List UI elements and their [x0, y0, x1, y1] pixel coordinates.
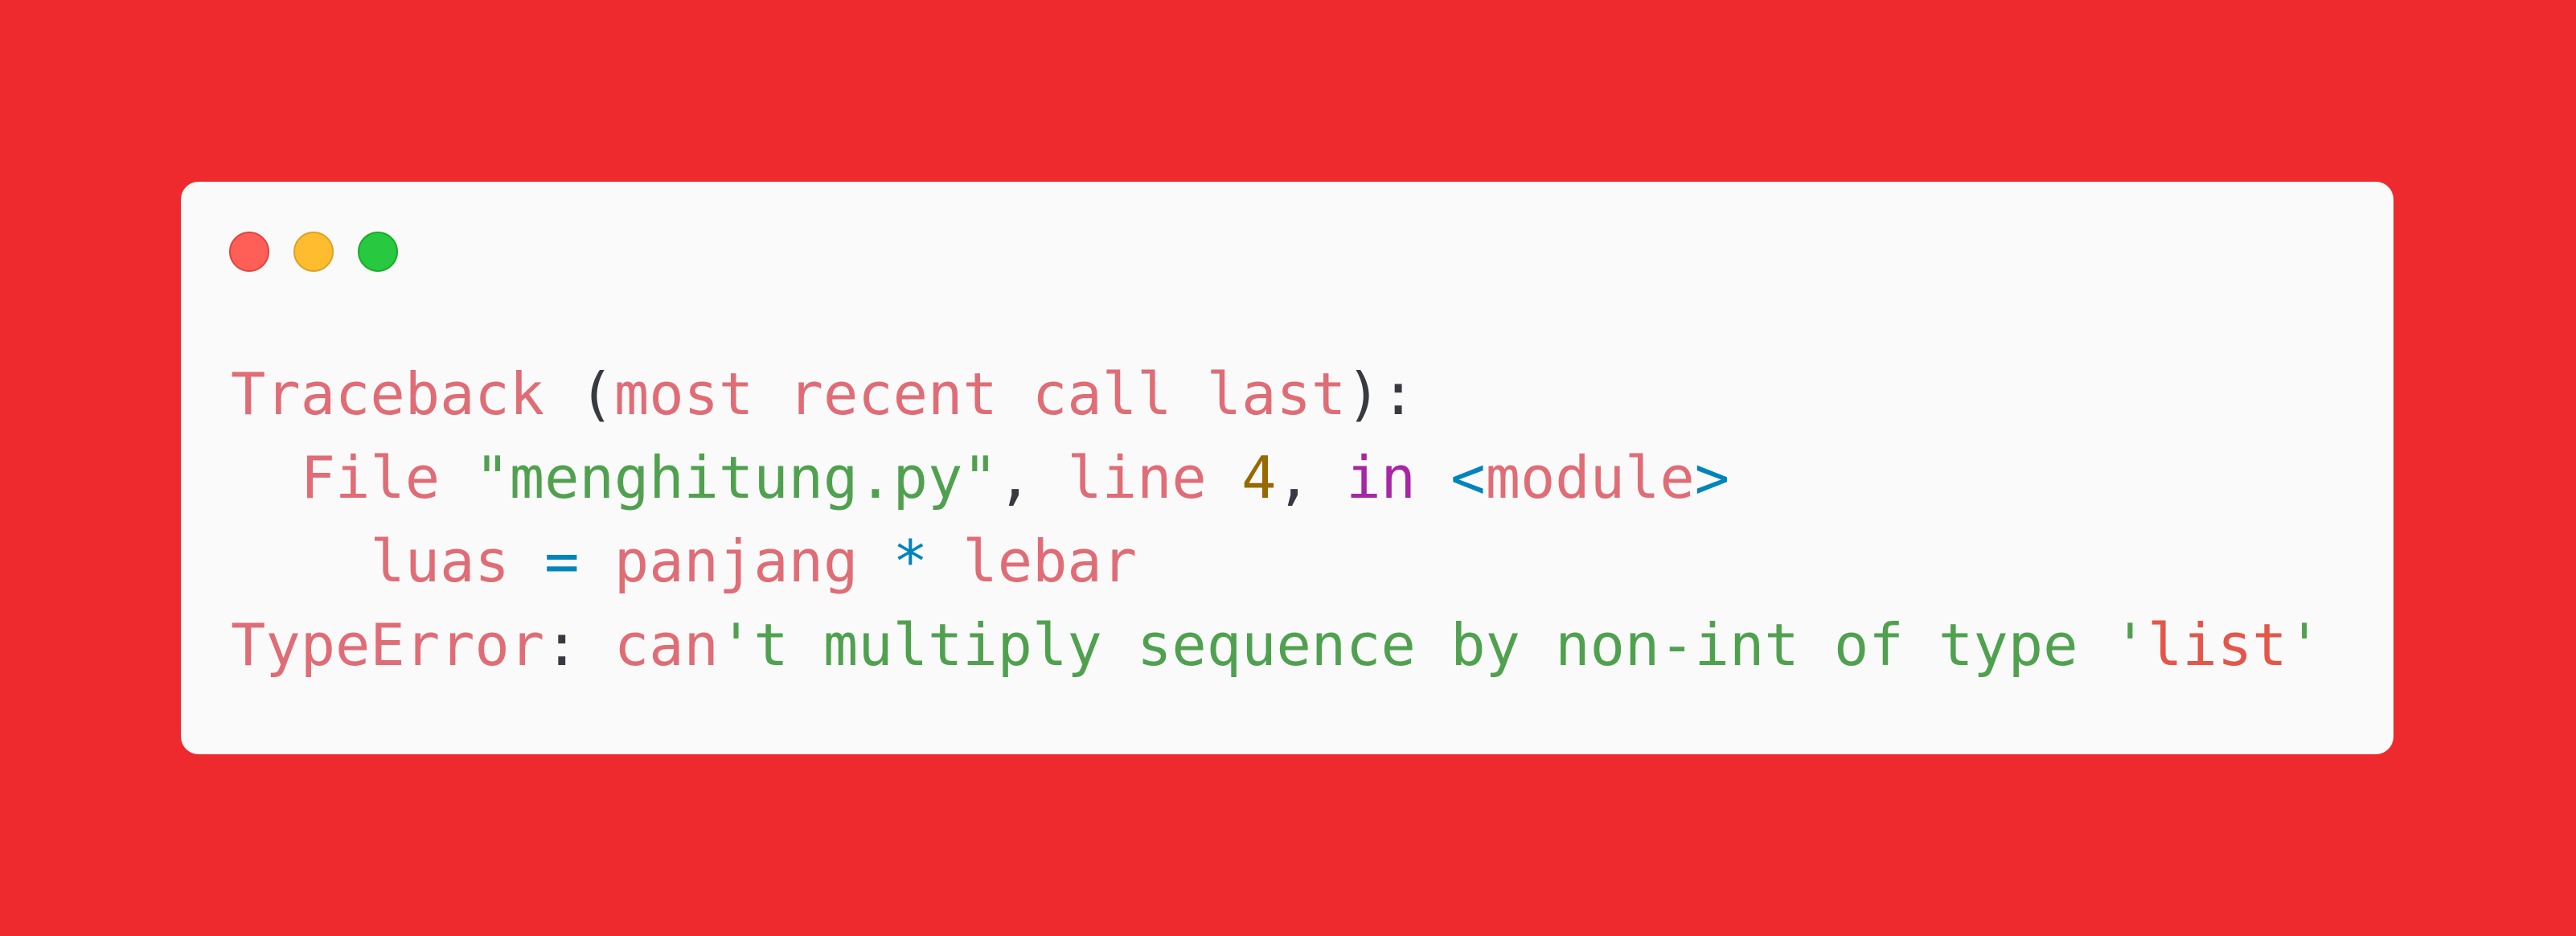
code-token: line — [1067, 444, 1207, 511]
minimize-dot-icon — [293, 232, 334, 272]
code-token: panjang — [613, 528, 859, 595]
code-token: ' — [2287, 611, 2322, 679]
code-token: ( — [544, 360, 614, 428]
code-token: recent — [788, 360, 998, 428]
code-token: "menghitung.py" — [474, 444, 998, 511]
code-token: > — [1694, 444, 1730, 511]
code-line: TypeError: can't multiply sequence by no… — [231, 603, 2322, 687]
code-token: luas — [370, 528, 510, 595]
code-token: last — [1206, 360, 1347, 428]
code-line: luas = panjang * lebar — [231, 519, 2322, 603]
code-token: < — [1450, 444, 1486, 511]
code-token: ): — [1346, 360, 1416, 428]
code-token: TypeError — [231, 611, 545, 679]
code-token: can — [613, 611, 719, 679]
maximize-dot-icon — [358, 232, 398, 272]
code-token: = — [544, 528, 580, 595]
code-token: lebar — [962, 528, 1138, 595]
code-block: Traceback (most recent call last): File … — [231, 352, 2322, 687]
code-line: File "menghitung.py", line 4, in <module… — [231, 436, 2322, 519]
code-token: in — [1346, 444, 1416, 511]
code-token: * — [892, 528, 929, 595]
code-token: module — [1485, 444, 1695, 511]
code-token: , — [1276, 444, 1347, 511]
code-token: most — [613, 360, 754, 428]
close-dot-icon — [229, 232, 269, 272]
code-token: Traceback — [231, 360, 545, 428]
page-background: { "window": { "controls": [ {"name": "cl… — [0, 0, 2576, 936]
code-token: , — [997, 444, 1068, 511]
code-token: 't multiply sequence by non-int of type … — [718, 611, 2148, 679]
code-window: Traceback (most recent call last): File … — [181, 182, 2393, 754]
code-line: Traceback (most recent call last): — [231, 352, 2322, 436]
code-token: : — [544, 611, 614, 679]
code-token: 4 — [1241, 444, 1277, 511]
window-controls — [229, 232, 398, 272]
code-token: call — [1032, 360, 1172, 428]
code-token: list — [2147, 611, 2287, 679]
code-token: File — [300, 444, 441, 511]
